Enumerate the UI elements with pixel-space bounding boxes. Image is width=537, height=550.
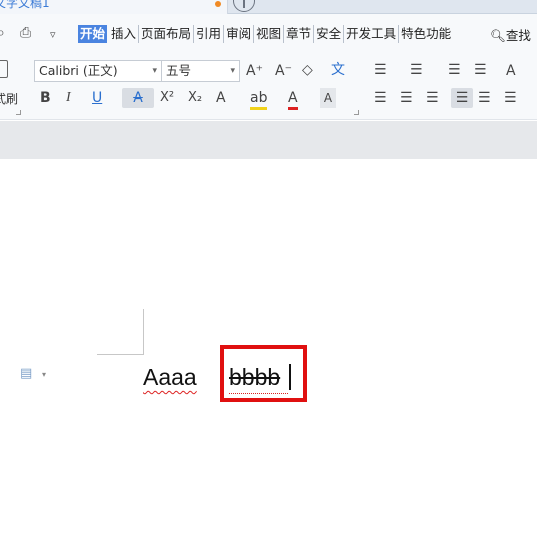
chevron-down-icon: ▾ xyxy=(152,66,157,76)
ribbon-divider-area xyxy=(0,121,537,159)
document-text-aaaa[interactable]: Aaaa xyxy=(143,364,197,391)
bullets-button[interactable]: ☰ xyxy=(374,60,387,80)
strikethrough-button[interactable]: A xyxy=(122,88,154,108)
text-effect-button[interactable]: A xyxy=(216,88,226,108)
italic-button[interactable]: I xyxy=(66,88,71,108)
change-case-button[interactable]: A xyxy=(506,61,516,81)
decrease-indent-button[interactable]: ☰ xyxy=(448,60,461,80)
tab-insert[interactable]: 插入 xyxy=(109,25,140,43)
align-left-button[interactable]: ☰ xyxy=(374,88,387,108)
font-size-value: 五号 xyxy=(166,63,192,78)
highlight-color-button[interactable]: ab xyxy=(250,88,268,110)
document-tab-title: 文字文稿1 xyxy=(0,0,50,10)
margin-corner-mark xyxy=(143,309,144,355)
annotation-highlight-box xyxy=(220,345,307,402)
distributed-button[interactable]: ☰ xyxy=(478,88,491,108)
more-dropdown-icon[interactable]: ▿ xyxy=(50,28,56,41)
tab-section[interactable]: 章节 xyxy=(284,25,315,43)
tab-page-layout[interactable]: 页面布局 xyxy=(139,25,195,43)
phonetic-guide-button[interactable]: 文 xyxy=(331,60,345,80)
tab-references[interactable]: 引用 xyxy=(194,25,225,43)
group-expand-icon[interactable] xyxy=(16,110,21,115)
line-spacing-button[interactable]: ☰ xyxy=(504,88,517,108)
margin-corner-mark xyxy=(97,354,144,355)
font-group-expand-icon[interactable] xyxy=(354,110,359,115)
search-label: 查找 xyxy=(505,28,531,43)
search-button[interactable]: 🔍︎查找 xyxy=(490,25,531,44)
font-color-button[interactable]: A xyxy=(288,88,298,110)
paragraph-layout-icon[interactable]: ▤ xyxy=(20,366,32,381)
format-painter-label[interactable]: 式刷 xyxy=(0,90,18,107)
grow-font-button[interactable]: A⁺ xyxy=(246,61,263,81)
align-right-button[interactable]: ☰ xyxy=(426,88,439,108)
underline-button[interactable]: U xyxy=(92,88,102,108)
clear-format-button[interactable]: ◇ xyxy=(302,60,313,80)
font-name-value: Calibri (正文) xyxy=(39,63,118,78)
tab-home[interactable]: 开始 xyxy=(78,25,108,43)
ribbon-tabs: 开始 插入 页面布局 引用 审阅 视图 章节 安全 开发工具 特色功能 xyxy=(78,25,453,43)
tab-security[interactable]: 安全 xyxy=(314,25,345,43)
justify-button[interactable]: ☰ xyxy=(451,88,473,108)
tab-special[interactable]: 特色功能 xyxy=(399,25,453,43)
format-painter-icon[interactable] xyxy=(0,60,8,78)
title-bar: 文字文稿1 xyxy=(0,0,537,14)
chevron-down-icon: ▾ xyxy=(230,66,235,76)
tab-developer[interactable]: 开发工具 xyxy=(344,25,400,43)
shrink-font-button[interactable]: A⁻ xyxy=(275,61,292,81)
chevron-down-icon[interactable]: ▾ xyxy=(42,370,46,379)
tab-view[interactable]: 视图 xyxy=(254,25,285,43)
character-shading-button[interactable]: A xyxy=(320,88,336,108)
numbering-button[interactable]: ☰ xyxy=(410,60,423,80)
tab-review[interactable]: 审阅 xyxy=(224,25,255,43)
unsaved-indicator-icon xyxy=(215,1,221,7)
print-icon[interactable]: ⎙ xyxy=(20,25,31,41)
magnifier-icon: 🔍︎ xyxy=(490,28,506,43)
increase-indent-button[interactable]: ☰ xyxy=(474,60,487,80)
document-tab[interactable]: 文字文稿1 xyxy=(0,0,228,14)
new-tab-button[interactable] xyxy=(233,0,255,12)
superscript-button[interactable]: X² xyxy=(160,88,174,108)
search-icon[interactable]: ⌕ xyxy=(0,25,5,41)
align-center-button[interactable]: ☰ xyxy=(400,88,413,108)
subscript-button[interactable]: X₂ xyxy=(188,88,202,108)
font-name-select[interactable]: Calibri (正文) ▾ xyxy=(34,60,162,82)
bold-button[interactable]: B xyxy=(40,88,51,108)
font-size-select[interactable]: 五号 ▾ xyxy=(162,60,240,82)
